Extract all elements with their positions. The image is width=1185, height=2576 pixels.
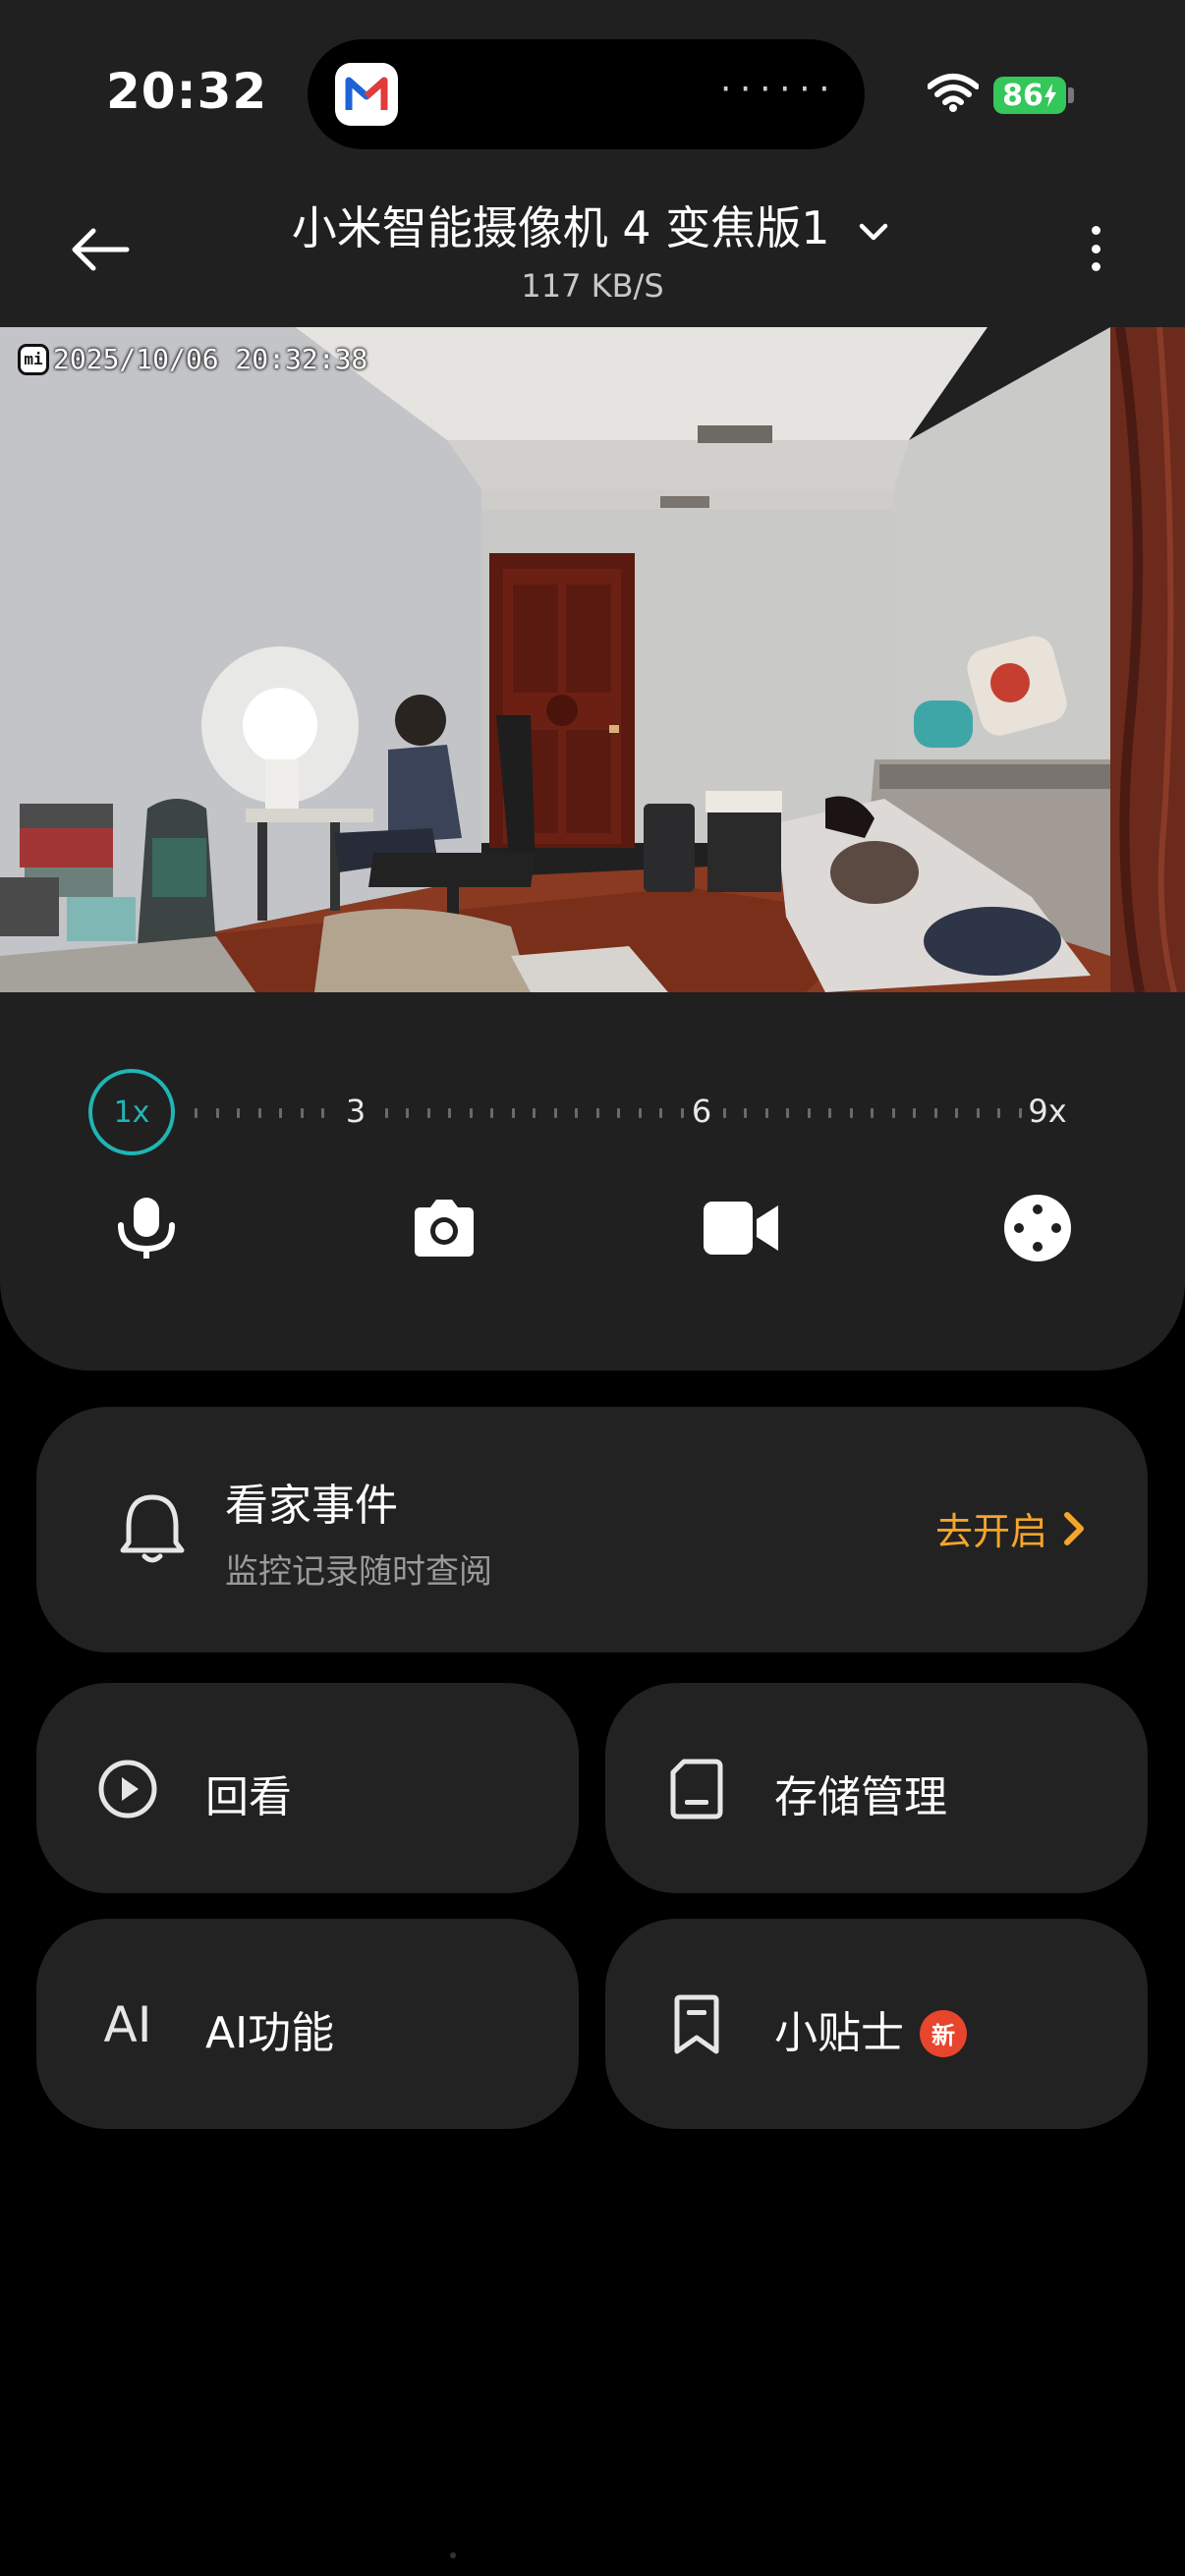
event-card-subtitle: 监控记录随时查阅 [225, 1552, 492, 1592]
tips-label-row: 小贴士新 [774, 1997, 967, 2060]
record-button[interactable] [704, 1191, 778, 1265]
zoom-tick [681, 1108, 684, 1118]
storage-label: 存储管理 [774, 1772, 947, 1822]
bookmark-icon [666, 1994, 727, 2055]
zoom-tick [723, 1108, 726, 1118]
zoom-tick [808, 1108, 811, 1118]
zoom-tick [596, 1108, 599, 1118]
zoom-tick [955, 1108, 958, 1118]
zoom-current-label: 1x [113, 1094, 150, 1130]
chevron-down-icon [859, 223, 888, 240]
zoom-tick [195, 1108, 198, 1118]
more-options-button[interactable] [1071, 214, 1120, 283]
storage-tile[interactable]: 存储管理 [605, 1683, 1148, 1893]
camera-live-view[interactable]: mi 2025/10/06 20:32:38 [0, 327, 1185, 992]
zoom-tick [385, 1108, 388, 1118]
zoom-tick [913, 1108, 916, 1118]
dynamic-island: ······ [308, 39, 865, 149]
top-panel: 20:32 ······ 86 小米智能摄像机 4 变焦版1 117 KB/S [0, 0, 1185, 1371]
playback-label: 回看 [205, 1772, 292, 1822]
event-card-title: 看家事件 [225, 1481, 398, 1531]
tips-label: 小贴士 [774, 2008, 904, 2058]
zoom-tick [786, 1108, 789, 1118]
talk-button[interactable] [109, 1191, 184, 1265]
zoom-tick [977, 1108, 980, 1118]
zoom-slider[interactable]: 1x 3 6 9x [88, 1069, 1071, 1155]
status-time: 20:32 [106, 63, 268, 120]
zoom-tick [575, 1108, 578, 1118]
more-dot-icon [1091, 244, 1100, 253]
home-indicator [450, 2552, 456, 2558]
charging-icon [1044, 84, 1056, 107]
tips-tile[interactable]: 小贴士新 [605, 1919, 1148, 2129]
zoom-tick [279, 1108, 282, 1118]
chevron-right-icon [1064, 1511, 1084, 1545]
more-dot-icon [1091, 226, 1100, 235]
enable-events-link[interactable]: 去开启 [935, 1501, 1087, 1555]
new-badge: 新 [920, 2009, 967, 2057]
app-icon [335, 63, 398, 126]
zoom-tick [490, 1108, 493, 1118]
ai-features-tile[interactable]: AI AI功能 [36, 1919, 579, 2129]
timestamp-overlay: mi 2025/10/06 20:32:38 [18, 343, 367, 375]
island-dots: ······ [716, 73, 835, 107]
ptz-control-button[interactable] [1000, 1191, 1075, 1265]
zoom-tick [512, 1108, 515, 1118]
zoom-tick [1019, 1108, 1022, 1118]
zoom-handle[interactable]: 1x [88, 1069, 175, 1155]
camera-icon [415, 1200, 474, 1257]
zoom-tick [659, 1108, 662, 1118]
zoom-tick [892, 1108, 895, 1118]
zoom-tick [554, 1108, 557, 1118]
ai-icon-text: AI [103, 1996, 152, 2053]
zoom-label-3: 3 [345, 1092, 367, 1130]
zoom-tick [533, 1108, 536, 1118]
wifi-icon [928, 74, 979, 112]
mi-logo-icon: mi [18, 343, 49, 375]
bitrate-label: 117 KB/S [521, 267, 664, 305]
zoom-label-9x: 9x [1028, 1092, 1067, 1130]
sd-card-icon [666, 1759, 727, 1820]
zoom-tick [850, 1108, 853, 1118]
enable-events-label: 去开启 [934, 1510, 1047, 1553]
camera-name: 小米智能摄像机 4 变焦版1 [291, 201, 830, 254]
more-dot-icon [1091, 262, 1100, 271]
ai-features-label: AI功能 [205, 2008, 335, 2058]
zoom-tick [406, 1108, 409, 1118]
ai-icon: AI [97, 1994, 158, 2055]
zoom-tick [258, 1108, 261, 1118]
snapshot-button[interactable] [407, 1191, 481, 1265]
zoom-tick [448, 1108, 451, 1118]
microphone-icon [118, 1198, 175, 1259]
battery-indicator: 86 [993, 77, 1066, 114]
zoom-tick [470, 1108, 473, 1118]
battery-tip [1068, 87, 1074, 103]
zoom-tick [828, 1108, 831, 1118]
zoom-tick [427, 1108, 430, 1118]
playback-tile[interactable]: 回看 [36, 1683, 579, 1893]
bell-icon [120, 1494, 185, 1563]
zoom-tick [997, 1108, 1000, 1118]
battery-level: 86 [1002, 78, 1044, 113]
gamepad-icon [1004, 1195, 1071, 1261]
zoom-tick [617, 1108, 620, 1118]
zoom-tick [934, 1108, 937, 1118]
zoom-tick [216, 1108, 219, 1118]
zoom-tick [237, 1108, 240, 1118]
camera-name-selector[interactable]: 小米智能摄像机 4 变焦版1 [0, 193, 1185, 257]
room-scene-image [0, 327, 1185, 992]
timestamp-text: 2025/10/06 20:32:38 [53, 343, 368, 375]
home-events-card[interactable]: 看家事件 监控记录随时查阅 去开启 [36, 1407, 1148, 1652]
zoom-label-6: 6 [691, 1092, 712, 1130]
zoom-tick [321, 1108, 324, 1118]
zoom-tick [744, 1108, 747, 1118]
zoom-tick [639, 1108, 642, 1118]
zoom-tick [301, 1108, 304, 1118]
play-circle-icon [97, 1759, 158, 1820]
zoom-tick [871, 1108, 874, 1118]
video-icon [704, 1202, 778, 1255]
zoom-tick [765, 1108, 768, 1118]
